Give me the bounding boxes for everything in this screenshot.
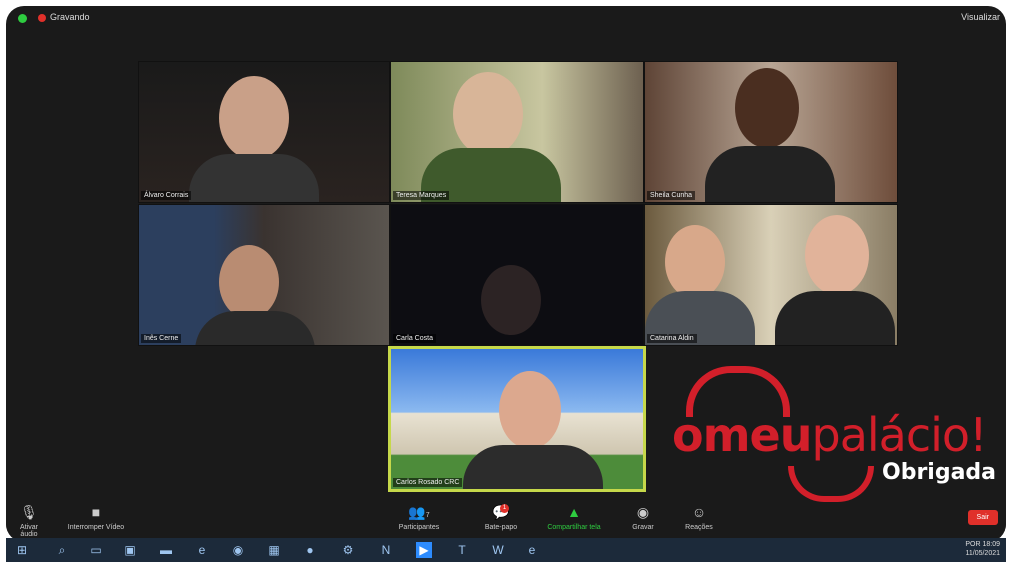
video-tile[interactable]: Teresa Marques [390,61,644,203]
word-icon[interactable]: W [490,542,506,558]
reactions-icon: ☺ [691,504,707,520]
zoom-icon[interactable]: ▶ [416,542,432,558]
search-icon[interactable]: ⌕ [54,542,70,558]
teams-icon[interactable]: T [454,542,470,558]
participant-name: Inês Cerne [141,334,182,343]
meeting-toolbar: 🎙 Ativar áudio ■ Interromper Vídeo 👥7 Pa… [6,502,1006,542]
photos-icon[interactable]: ▦ [266,542,282,558]
stop-video-label: Interromper Vídeo [67,524,125,531]
settings-icon[interactable]: ⚙ [340,542,356,558]
system-tray[interactable]: POR 18:09 11/05/2021 [965,540,1000,558]
view-button[interactable]: Visualizar [961,12,1000,22]
participants-count: 7 [425,512,430,519]
leave-button[interactable]: Sair [967,510,998,525]
security-shield-icon[interactable] [18,14,27,23]
participant-video [665,225,725,299]
participant-name: Teresa Marques [393,191,450,200]
participant-name: Carlos Rosado CRC [393,478,463,487]
ie-icon[interactable]: e [524,542,540,558]
participant-body [195,311,315,345]
windows-icon[interactable]: ⊞ [14,542,30,558]
clock-date: 11/05/2021 [965,550,1000,557]
share-screen-label: Compartilhar tela [547,524,601,531]
participant-body [463,445,603,489]
recording-icon [38,14,46,22]
chat-badge: 1 [500,504,509,513]
record-label: Gravar [632,524,654,531]
microphone-icon: 🎙 [20,504,38,520]
logo-o: o [672,408,704,462]
task-view-icon[interactable]: ▭ [88,542,104,558]
unmute-button[interactable]: 🎙 Ativar áudio [12,504,46,538]
chat-button[interactable]: 💬 1 Bate-papo [478,504,524,531]
language-indicator: POR [965,541,981,548]
participant-video [805,215,869,295]
participants-button[interactable]: 👥7 Participantes [396,504,442,531]
participant-video [481,265,541,335]
chat-label: Bate-papo [484,524,518,531]
reactions-label: Reações [685,524,713,531]
share-screen-button[interactable]: ▲ Compartilhar tela [538,504,610,531]
video-tile[interactable]: Carla Costa [390,204,644,346]
zoom-window: Gravando Visualizar Álvaro Corrais Teres… [6,6,1006,542]
video-tile[interactable]: Catarina Aldin [644,204,898,346]
participant-body [705,146,835,202]
clock-time: 18:09 [982,541,1000,548]
participant-name: Carla Costa [393,334,436,343]
active-speaker-tile[interactable]: Carlos Rosado CRC [388,346,646,492]
reactions-button[interactable]: ☺ Reações [682,504,716,531]
video-tile[interactable]: Sheila Cunha [644,61,898,203]
video-tile[interactable]: Inês Cerne [138,204,390,346]
participant-name: Álvaro Corrais [141,191,192,200]
logo-smile [788,466,874,502]
share-screen-icon: ▲ [567,504,581,520]
onenote-icon[interactable]: N [378,542,394,558]
participant-name: Sheila Cunha [647,191,696,200]
participant-video [219,76,289,160]
camera-icon: ■ [91,504,101,520]
recording-label: Gravando [50,12,90,22]
unmute-label: Ativar áudio [20,524,38,538]
logo-palacio: palácio! [811,408,988,462]
participants-label: Participantes [398,524,440,531]
firefox-icon[interactable]: ● [302,542,318,558]
video-tile[interactable]: Álvaro Corrais [138,61,390,203]
thanks-text: Obrigada [882,460,997,485]
stop-video-button[interactable]: ■ Interromper Vídeo [64,504,128,531]
edge-icon[interactable]: e [194,542,210,558]
windows-taskbar: ⊞ ⌕ ▭ ▣ ▬ e ◉ ▦ ● ⚙ N ▶ T W e POR 18:09 … [6,538,1006,562]
participant-video [735,68,799,148]
participant-video [453,72,523,156]
omeupalacio-logo: omeupalácio! Obrigada [668,366,1006,506]
participant-video [499,371,561,449]
participant-name: Catarina Aldin [647,334,697,343]
record-icon: ◉ [636,504,650,520]
participant-video [219,245,279,319]
files-icon[interactable]: ▬ [158,542,174,558]
record-button[interactable]: ◉ Gravar [628,504,658,531]
meeting-top-bar: Gravando Visualizar [6,6,1006,32]
participant-body [775,291,895,345]
logo-meu: meu [702,408,813,462]
store-icon[interactable]: ▣ [122,542,138,558]
logo-wordmark: omeupalácio! [672,408,988,462]
chrome-icon[interactable]: ◉ [230,542,246,558]
participants-icon: 👥7 [408,504,430,520]
participant-body [189,154,319,202]
